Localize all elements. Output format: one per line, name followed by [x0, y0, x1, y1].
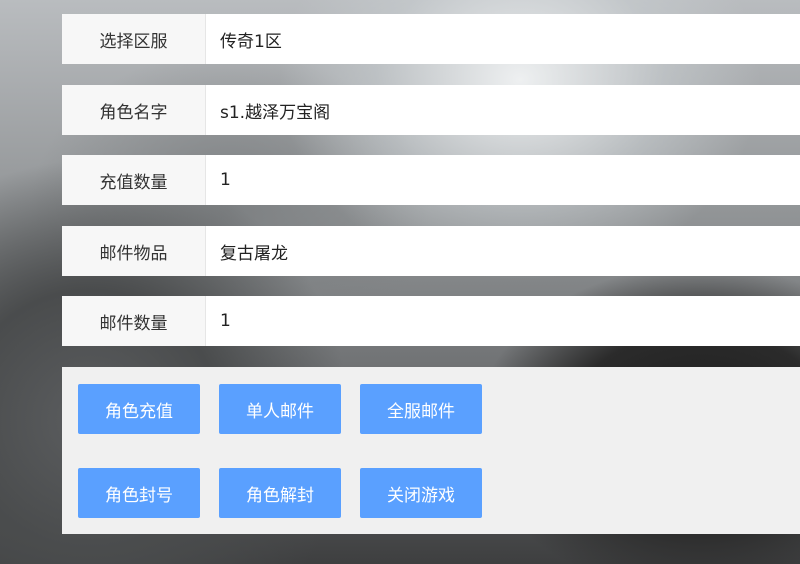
server-select[interactable]: 传奇1区	[206, 14, 800, 64]
role-name-input[interactable]: s1.越泽万宝阁	[206, 85, 800, 135]
recharge-amount-label: 充值数量	[62, 155, 206, 205]
server-row: 选择区服 传奇1区	[62, 14, 800, 64]
mail-quantity-row: 邮件数量 1	[62, 296, 800, 346]
role-unban-button[interactable]: 角色解封	[219, 468, 341, 518]
mail-item-select[interactable]: 复古屠龙	[206, 226, 800, 276]
server-mail-button[interactable]: 全服邮件	[360, 384, 482, 434]
role-ban-button[interactable]: 角色封号	[78, 468, 200, 518]
mail-item-label: 邮件物品	[62, 226, 206, 276]
mail-item-row: 邮件物品 复古屠龙	[62, 226, 800, 276]
single-mail-button[interactable]: 单人邮件	[219, 384, 341, 434]
role-recharge-button[interactable]: 角色充值	[78, 384, 200, 434]
role-name-label: 角色名字	[62, 85, 206, 135]
mail-quantity-label: 邮件数量	[62, 296, 206, 346]
server-label: 选择区服	[62, 14, 206, 64]
recharge-amount-input[interactable]: 1	[206, 155, 800, 205]
mail-quantity-input[interactable]: 1	[206, 296, 800, 346]
role-name-row: 角色名字 s1.越泽万宝阁	[62, 85, 800, 135]
recharge-amount-row: 充值数量 1	[62, 155, 800, 205]
action-button-panel: 角色充值 单人邮件 全服邮件 角色封号 角色解封 关闭游戏	[62, 367, 800, 534]
close-game-button[interactable]: 关闭游戏	[360, 468, 482, 518]
